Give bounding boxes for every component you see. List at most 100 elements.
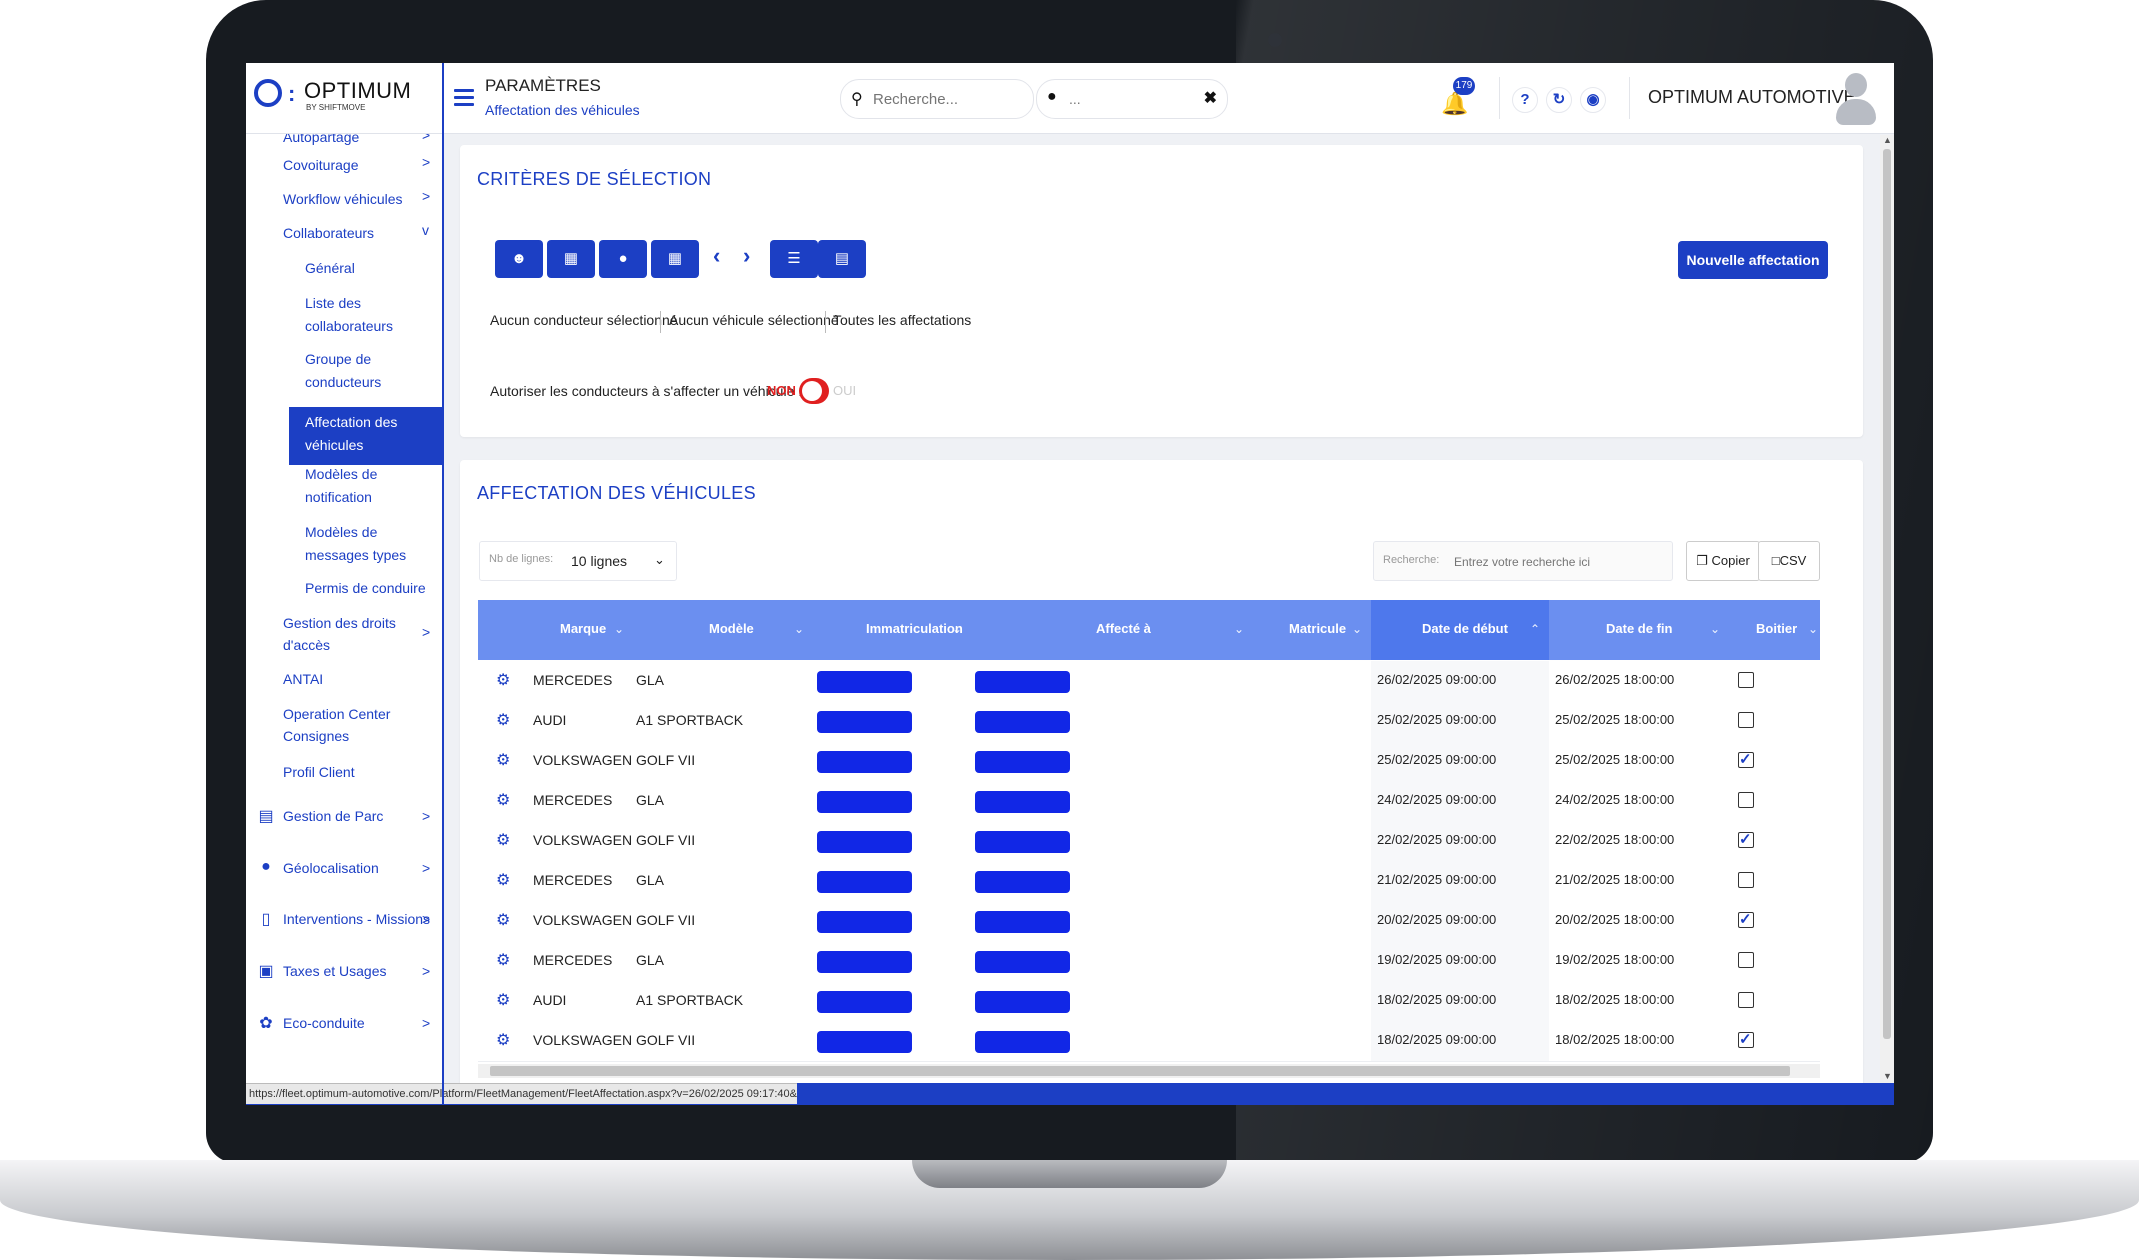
boitier-checkbox[interactable] — [1738, 992, 1754, 1008]
location-filter-button[interactable]: ● — [599, 240, 647, 278]
sidebar-subitem-permis[interactable]: Permis de conduire — [305, 577, 435, 600]
global-search-input[interactable] — [871, 88, 1025, 110]
sort-icon[interactable]: ⌄ — [1352, 622, 1362, 636]
driver-filter-button[interactable]: ☻ — [495, 240, 543, 278]
sidebar-subitem-modeles-messages[interactable]: Modèles de messages types — [305, 521, 435, 567]
column-date-fin[interactable]: Date de fin — [1606, 621, 1672, 636]
driver-filter-label[interactable]: Aucun conducteur sélectionné — [490, 312, 678, 328]
gear-icon[interactable]: ⚙ — [496, 670, 510, 690]
sidebar-main-eco-conduite[interactable]: Eco-conduite — [283, 1015, 365, 1031]
sidebar-item-profil-client[interactable]: Profil Client — [283, 761, 423, 783]
gear-icon[interactable]: ⚙ — [496, 830, 510, 850]
sort-icon[interactable]: ⌄ — [1234, 622, 1244, 636]
gear-icon[interactable]: ⚙ — [496, 790, 510, 810]
sidebar-item-antai[interactable]: ANTAI — [283, 668, 423, 690]
column-matricule[interactable]: Matricule — [1289, 621, 1346, 636]
horizontal-scroll-thumb[interactable] — [490, 1066, 1790, 1076]
boitier-checkbox[interactable] — [1738, 750, 1754, 768]
table-row[interactable]: ⚙ MERCEDES GLA 19/02/2025 09:00:00 19/02/202… — [478, 941, 1820, 982]
next-arrow-icon[interactable]: › — [743, 243, 750, 269]
calendar-button[interactable]: ▦ — [651, 240, 699, 278]
boitier-checkbox[interactable] — [1738, 830, 1754, 848]
sort-icon[interactable]: ⌄ — [952, 622, 962, 636]
sort-icon[interactable]: ⌄ — [614, 622, 624, 636]
sidebar-main-taxes[interactable]: Taxes et Usages — [283, 963, 387, 979]
sidebar-item-autopartage[interactable]: Autopartage — [283, 134, 423, 148]
list-view-button[interactable]: ☰ — [770, 240, 818, 278]
sidebar-item-workflow[interactable]: Workflow véhicules — [283, 188, 423, 210]
gear-icon[interactable]: ⚙ — [496, 950, 510, 970]
sidebar-subitem-liste-collaborateurs[interactable]: Liste des collaborateurs — [305, 292, 435, 338]
column-date-debut[interactable]: Date de début — [1422, 621, 1508, 636]
user-avatar-icon[interactable] — [1836, 71, 1876, 125]
scroll-up-icon[interactable]: ▲ — [1883, 135, 1892, 145]
sidebar-main-geolocalisation[interactable]: Géolocalisation — [283, 860, 379, 876]
notifications-button[interactable]: 🔔 179 — [1437, 77, 1475, 123]
rows-per-page-select[interactable]: Nb de lignes: 10 lignes ⌄ — [479, 541, 677, 581]
menu-icon[interactable] — [454, 89, 474, 107]
sidebar-subitem-groupe-conducteurs[interactable]: Groupe de conducteurs — [305, 348, 435, 394]
table-search[interactable]: Recherche: — [1373, 541, 1673, 581]
grid-view-button[interactable]: ▤ — [818, 240, 866, 278]
table-row[interactable]: ⚙ MERCEDES GLA 21/02/2025 09:00:00 21/02/202… — [478, 861, 1820, 902]
sidebar-item-covoiturage[interactable]: Covoiturage — [283, 154, 423, 176]
boitier-checkbox[interactable] — [1738, 672, 1754, 688]
gear-icon[interactable]: ⚙ — [496, 910, 510, 930]
global-search[interactable]: ⚲ — [840, 79, 1034, 119]
table-row[interactable]: ⚙ VOLKSWAGEN GOLF VII 20/02/2025 09:00:00 20… — [478, 901, 1820, 942]
gear-icon[interactable]: ⚙ — [496, 990, 510, 1010]
csv-button[interactable]: □CSV — [1758, 541, 1820, 581]
column-modele[interactable]: Modèle — [709, 621, 754, 636]
boitier-checkbox[interactable] — [1738, 952, 1754, 968]
sidebar-subitem-affectation-active[interactable]: Affectation des véhicules — [289, 407, 442, 465]
sort-ascending-icon[interactable]: ⌃ — [1530, 622, 1540, 636]
sidebar-main-gestion-parc[interactable]: Gestion de Parc — [283, 808, 383, 824]
company-name[interactable]: OPTIMUM AUTOMOTIVE — [1648, 87, 1856, 108]
gear-icon[interactable]: ⚙ — [496, 1030, 510, 1050]
previous-arrow-icon[interactable]: ‹ — [713, 243, 720, 269]
table-row[interactable]: ⚙ AUDI A1 SPORTBACK 25/02/2025 09:00:00 25/0… — [478, 701, 1820, 742]
sort-icon[interactable]: ⌄ — [1710, 622, 1720, 636]
help-icon[interactable]: ? — [1512, 87, 1538, 113]
column-immatriculation[interactable]: Immatriculation — [866, 621, 963, 636]
new-assignment-button[interactable]: Nouvelle affectation — [1678, 241, 1828, 279]
table-row[interactable]: ⚙ MERCEDES GLA 24/02/2025 09:00:00 24/02/202… — [478, 781, 1820, 822]
sidebar-item-droits-acces[interactable]: Gestion des droits d'accès — [283, 612, 423, 656]
sidebar-item-collaborateurs[interactable]: Collaborateurs — [283, 222, 423, 244]
sidebar-subitem-modeles-notification[interactable]: Modèles de notification — [305, 463, 435, 509]
table-row[interactable]: ⚙ VOLKSWAGEN GOLF VII 25/02/2025 09:00:00 25… — [478, 741, 1820, 782]
page-subtitle[interactable]: Affectation des véhicules — [485, 102, 640, 118]
boitier-checkbox[interactable] — [1738, 1030, 1754, 1048]
sort-icon[interactable]: ⌄ — [794, 622, 804, 636]
table-row[interactable]: ⚙ AUDI A1 SPORTBACK 18/02/2025 09:00:00 18/0… — [478, 981, 1820, 1022]
column-marque[interactable]: Marque — [560, 621, 606, 636]
self-assign-toggle[interactable] — [799, 378, 829, 404]
vehicle-filter-label[interactable]: Aucun véhicule sélectionné — [669, 312, 839, 328]
globe-icon[interactable]: ◉ — [1580, 87, 1606, 113]
sort-icon[interactable]: ⌄ — [1808, 622, 1818, 636]
gear-icon[interactable]: ⚙ — [496, 870, 510, 890]
column-affecte[interactable]: Affecté à — [1096, 621, 1151, 636]
gear-icon[interactable]: ⚙ — [496, 710, 510, 730]
vertical-scrollbar[interactable]: ▲ ▼ — [1880, 135, 1894, 1083]
vehicle-filter-button[interactable]: ▦ — [547, 240, 595, 278]
location-search-input[interactable] — [1067, 88, 1191, 110]
boitier-checkbox[interactable] — [1738, 792, 1754, 808]
table-row[interactable]: ⚙ MERCEDES GLA 26/02/2025 09:00:00 26/02/202… — [478, 661, 1820, 702]
table-row[interactable]: ⚙ VOLKSWAGEN GOLF VII 22/02/2025 09:00:00 22… — [478, 821, 1820, 862]
copy-button[interactable]: ❐ Copier — [1686, 541, 1760, 581]
sidebar-subitem-general[interactable]: Général — [305, 257, 435, 280]
sidebar-item-operation-center[interactable]: Operation Center Consignes — [283, 703, 423, 747]
horizontal-scrollbar[interactable] — [478, 1064, 1820, 1078]
boitier-checkbox[interactable] — [1738, 712, 1754, 728]
boitier-checkbox[interactable] — [1738, 910, 1754, 928]
table-search-input[interactable] — [1452, 552, 1666, 572]
column-boitier[interactable]: Boitier — [1756, 621, 1797, 636]
location-search[interactable]: ● ✖ — [1036, 79, 1228, 119]
boitier-checkbox[interactable] — [1738, 872, 1754, 888]
sidebar-main-interventions[interactable]: Interventions - Missions — [283, 911, 430, 927]
table-row[interactable]: ⚙ VOLKSWAGEN GOLF VII 18/02/2025 09:00:00 18… — [478, 1021, 1820, 1062]
refresh-icon[interactable]: ↻ — [1546, 87, 1572, 113]
assignments-filter-label[interactable]: Toutes les affectations — [833, 312, 971, 328]
scroll-down-icon[interactable]: ▼ — [1883, 1071, 1892, 1081]
